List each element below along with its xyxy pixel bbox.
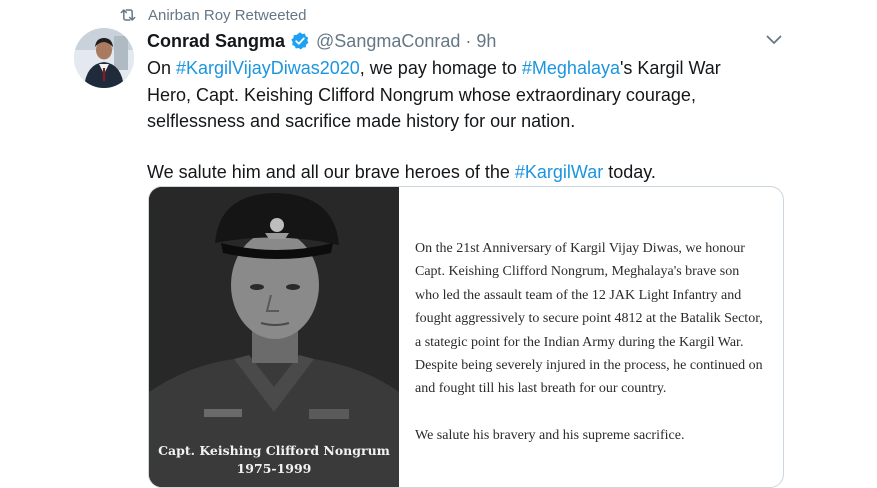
author-name[interactable]: Conrad Sangma (147, 31, 285, 52)
profile-photo (74, 28, 134, 88)
hashtag-link[interactable]: #Meghalaya (522, 58, 620, 78)
avatar[interactable] (74, 28, 134, 88)
tweet-text: On #KargilVijayDiwas2020, we pay homage … (147, 55, 757, 185)
author-handle[interactable]: @SangmaConrad (316, 31, 460, 52)
hashtag-link[interactable]: #KargilVijayDiwas2020 (176, 58, 360, 78)
photo-caption-name: Capt. Keishing Clifford Nongrum (158, 443, 390, 458)
hashtag-link[interactable]: #KargilWar (515, 162, 603, 182)
tribute-paragraph: On the 21st Anniversary of Kargil Vijay … (415, 241, 763, 397)
retweet-label: Anirban Roy Retweeted (148, 6, 307, 24)
retweet-context[interactable]: Anirban Roy Retweeted (118, 4, 306, 26)
media-card[interactable]: Capt. Keishing Clifford Nongrum 1975-199… (148, 186, 784, 488)
text-segment: On (147, 58, 177, 78)
tribute-paragraph: We salute his bravery and his supreme sa… (415, 427, 685, 443)
photo-caption-years: 1975-1999 (236, 461, 312, 476)
soldier-photo: Capt. Keishing Clifford Nongrum 1975-199… (149, 187, 399, 487)
separator-dot: · (465, 30, 472, 51)
verified-badge-icon (291, 32, 309, 50)
tweet-card[interactable]: Anirban Roy Retweeted Conrad Sangma @San… (0, 0, 877, 488)
tweet-paragraph: We salute him and all our brave heroes o… (147, 159, 757, 186)
portrait-image (149, 187, 399, 487)
text-segment: We salute him and all our brave heroes o… (147, 161, 515, 182)
tweet-time[interactable]: 9h (476, 31, 496, 52)
chevron-down-icon (766, 35, 782, 44)
tweet-header: Conrad Sangma @SangmaConrad · 9h (147, 29, 496, 53)
text-segment: , we pay homage to (359, 58, 522, 78)
tribute-text: On the 21st Anniversary of Kargil Vijay … (415, 237, 765, 447)
retweet-icon (120, 9, 136, 21)
tweet-paragraph: On #KargilVijayDiwas2020, we pay homage … (147, 55, 757, 135)
text-segment: today. (603, 161, 656, 182)
more-options-button[interactable] (762, 30, 786, 50)
